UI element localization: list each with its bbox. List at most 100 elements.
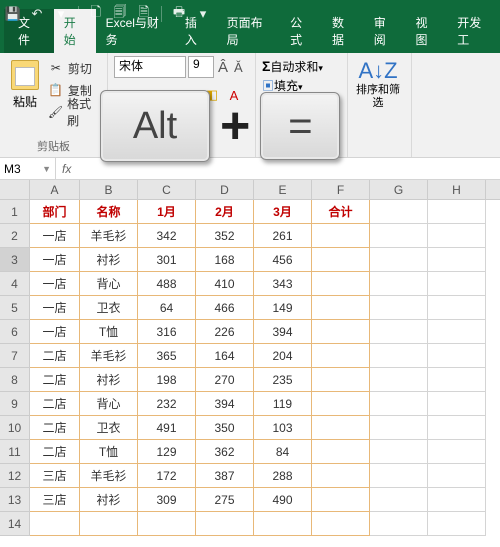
cell[interactable] [30, 512, 80, 536]
cell[interactable] [370, 200, 428, 224]
underline-button[interactable]: U [158, 85, 178, 105]
cell[interactable]: 84 [254, 440, 312, 464]
cell[interactable]: 二店 [30, 368, 80, 392]
cell[interactable] [428, 200, 486, 224]
cell[interactable]: 362 [196, 440, 254, 464]
cell[interactable]: 一店 [30, 224, 80, 248]
cell[interactable]: 119 [254, 392, 312, 416]
fill-button[interactable]: ▣填充▾ [262, 77, 341, 94]
col-header-G[interactable]: G [370, 180, 428, 199]
cell[interactable]: 一店 [30, 248, 80, 272]
cell[interactable]: 466 [196, 296, 254, 320]
cell[interactable]: 198 [138, 368, 196, 392]
cell[interactable]: 168 [196, 248, 254, 272]
col-header-C[interactable]: C [138, 180, 196, 199]
cell[interactable] [428, 344, 486, 368]
cell[interactable]: 103 [254, 416, 312, 440]
cell[interactable]: 三店 [30, 464, 80, 488]
tab-developer[interactable]: 开发工 [447, 9, 500, 53]
row-header[interactable]: 6 [0, 320, 30, 344]
cell[interactable] [370, 248, 428, 272]
row-header[interactable]: 11 [0, 440, 30, 464]
paste-button[interactable]: 粘贴 [6, 56, 44, 136]
dropdown-icon[interactable]: ▾ [196, 7, 210, 21]
cell[interactable] [370, 464, 428, 488]
increase-font-icon[interactable]: Â [216, 59, 230, 76]
cell[interactable]: 卫衣 [80, 416, 138, 440]
cell[interactable] [138, 512, 196, 536]
cell[interactable]: 背心 [80, 272, 138, 296]
dropdown-icon[interactable]: ▾ [54, 7, 68, 21]
row-header[interactable]: 14 [0, 512, 30, 536]
cell[interactable]: 羊毛衫 [80, 224, 138, 248]
cell[interactable] [370, 440, 428, 464]
cell[interactable]: 164 [196, 344, 254, 368]
cell[interactable]: 二店 [30, 440, 80, 464]
cell[interactable]: 3月 [254, 200, 312, 224]
cell[interactable] [428, 368, 486, 392]
row-header[interactable]: 9 [0, 392, 30, 416]
select-all-corner[interactable] [0, 180, 30, 199]
cell[interactable]: 456 [254, 248, 312, 272]
cell[interactable]: T恤 [80, 440, 138, 464]
fx-icon[interactable]: fx [62, 162, 71, 176]
cell[interactable] [428, 464, 486, 488]
tab-data[interactable]: 数据 [322, 9, 364, 53]
italic-button[interactable]: I [136, 85, 156, 105]
cell[interactable]: 一店 [30, 320, 80, 344]
cell[interactable] [196, 512, 254, 536]
col-header-B[interactable]: B [80, 180, 138, 199]
cell[interactable] [428, 488, 486, 512]
cell[interactable]: 204 [254, 344, 312, 368]
cell[interactable] [428, 272, 486, 296]
cell[interactable]: 三店 [30, 488, 80, 512]
cell[interactable] [370, 368, 428, 392]
row-header[interactable]: 2 [0, 224, 30, 248]
cell[interactable] [428, 392, 486, 416]
cell[interactable]: 490 [254, 488, 312, 512]
cell[interactable] [312, 488, 370, 512]
new-icon[interactable]: 🗋 [89, 7, 103, 21]
cell[interactable]: 410 [196, 272, 254, 296]
cell[interactable]: 270 [196, 368, 254, 392]
autosum-button[interactable]: Σ自动求和▾ [262, 58, 341, 75]
border-button[interactable]: ▦ [180, 85, 200, 105]
cell[interactable] [428, 320, 486, 344]
cell[interactable] [312, 368, 370, 392]
col-header-F[interactable]: F [312, 180, 370, 199]
fill-color-button[interactable]: ◧ [202, 85, 222, 105]
cell[interactable]: 365 [138, 344, 196, 368]
cell[interactable]: T恤 [80, 320, 138, 344]
cut-button[interactable]: ✂剪切 [48, 58, 101, 78]
cell[interactable] [428, 416, 486, 440]
cell[interactable]: 309 [138, 488, 196, 512]
cell[interactable] [370, 296, 428, 320]
cell[interactable]: 二店 [30, 344, 80, 368]
row-header[interactable]: 7 [0, 344, 30, 368]
font-color-button[interactable]: A [224, 85, 244, 105]
cell[interactable] [370, 272, 428, 296]
cell[interactable] [370, 512, 428, 536]
cell[interactable] [254, 512, 312, 536]
cell[interactable]: 352 [196, 224, 254, 248]
open-icon[interactable]: 🗐 [113, 7, 127, 21]
cell[interactable] [370, 488, 428, 512]
row-header[interactable]: 13 [0, 488, 30, 512]
col-header-H[interactable]: H [428, 180, 486, 199]
cell[interactable]: 名称 [80, 200, 138, 224]
cell[interactable] [312, 224, 370, 248]
cell[interactable] [312, 416, 370, 440]
cell[interactable]: 235 [254, 368, 312, 392]
cell[interactable] [428, 512, 486, 536]
col-header-E[interactable]: E [254, 180, 312, 199]
cell[interactable]: 226 [196, 320, 254, 344]
tab-pagelayout[interactable]: 页面布局 [217, 9, 281, 53]
cell[interactable]: 316 [138, 320, 196, 344]
cell[interactable]: 衬衫 [80, 488, 138, 512]
cell[interactable]: 衬衫 [80, 248, 138, 272]
cell[interactable]: 232 [138, 392, 196, 416]
cell[interactable]: 261 [254, 224, 312, 248]
cell[interactable]: 342 [138, 224, 196, 248]
cell[interactable]: 二店 [30, 416, 80, 440]
col-header-D[interactable]: D [196, 180, 254, 199]
